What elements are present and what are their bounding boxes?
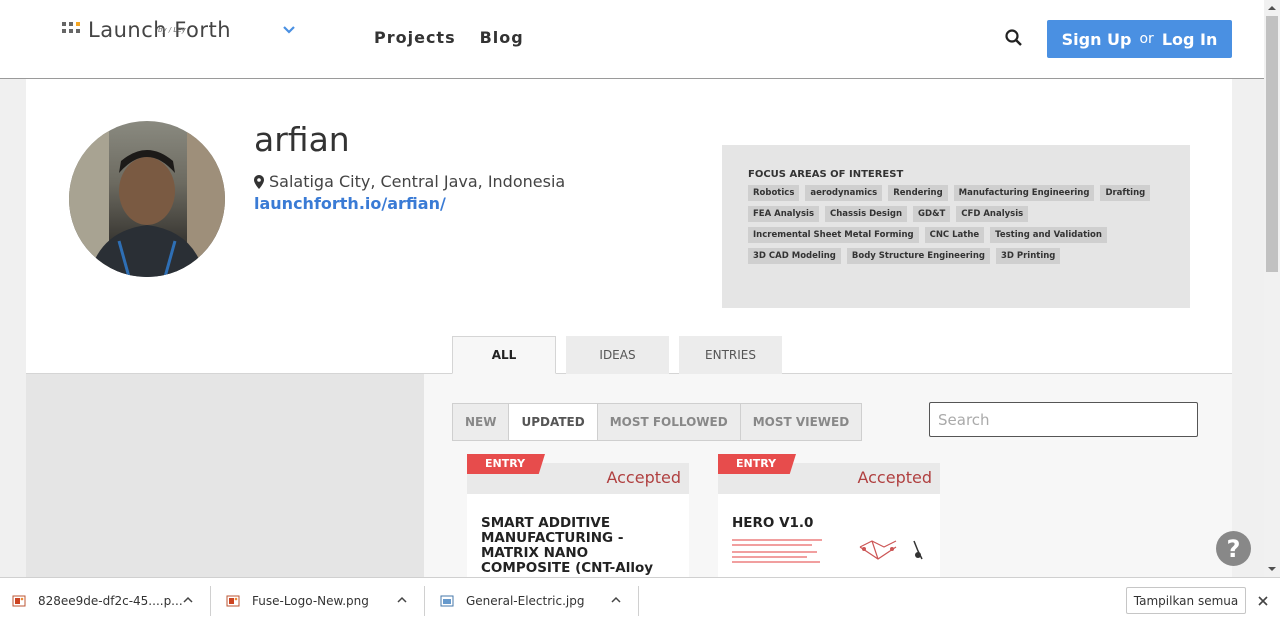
focus-tag[interactable]: 3D CAD Modeling xyxy=(748,248,841,264)
download-separator xyxy=(638,586,639,616)
focus-tag[interactable]: Manufacturing Engineering xyxy=(953,185,1095,201)
entry-ribbon: ENTRY xyxy=(718,454,796,474)
logo-dots-icon xyxy=(62,22,80,33)
focus-tag[interactable]: Rendering xyxy=(888,185,948,201)
close-icon[interactable] xyxy=(1256,594,1270,608)
search-icon[interactable] xyxy=(1004,28,1024,48)
signup-login-button[interactable]: Sign Up or Log In xyxy=(1047,20,1232,58)
sort-most-viewed-button[interactable]: MOST VIEWED xyxy=(741,404,862,440)
download-filename: 828ee9de-df2c-45....p... xyxy=(38,594,183,608)
logo-byline: by / Ley xyxy=(158,26,186,34)
download-item[interactable]: Fuse-Logo-New.png xyxy=(226,578,369,623)
focus-tag[interactable]: Incremental Sheet Metal Forming xyxy=(748,227,919,243)
sort-most-followed-button[interactable]: MOST FOLLOWED xyxy=(598,404,741,440)
avatar-image xyxy=(69,121,225,277)
scroll-down-icon[interactable] xyxy=(1264,561,1280,577)
search-input[interactable] xyxy=(929,402,1198,437)
sort-options: NEW UPDATED MOST FOLLOWED MOST VIEWED xyxy=(452,403,863,441)
or-label: or xyxy=(1139,31,1154,47)
launch-forth-logo[interactable]: Launch Forth xyxy=(62,18,231,42)
focus-tag[interactable]: aerodynamics xyxy=(805,185,883,201)
nav-projects-link[interactable]: Projects xyxy=(374,28,456,47)
download-bar: 828ee9de-df2c-45....p... Fuse-Logo-New.p… xyxy=(0,577,1280,623)
entry-ribbon: ENTRY xyxy=(467,454,545,474)
card-status: Accepted xyxy=(606,468,681,487)
focus-tags: Robotics aerodynamics Rendering Manufact… xyxy=(748,185,1158,264)
download-filename: General-Electric.jpg xyxy=(466,594,585,608)
card-status: Accepted xyxy=(857,468,932,487)
focus-tag[interactable]: Testing and Validation xyxy=(990,227,1107,243)
chevron-up-icon[interactable] xyxy=(182,594,194,606)
chevron-up-icon[interactable] xyxy=(396,594,408,606)
tab-entries[interactable]: ENTRIES xyxy=(679,336,782,374)
download-separator xyxy=(424,586,425,616)
focus-tag[interactable]: CNC Lathe xyxy=(924,227,985,243)
focus-areas-title: FOCUS AREAS OF INTEREST xyxy=(748,169,904,180)
help-button[interactable]: ? xyxy=(1216,531,1251,566)
focus-tag[interactable]: GD&T xyxy=(913,206,951,222)
profile-location: Salatiga City, Central Java, Indonesia xyxy=(254,172,565,191)
profile-username: arfian xyxy=(254,120,350,159)
nav-blog-link[interactable]: Blog xyxy=(480,28,524,47)
main-nav: Projects Blog xyxy=(374,28,524,47)
project-card[interactable]: Accepted SMART ADDITIVE MANUFACTURING - … xyxy=(467,463,689,577)
image-file-icon xyxy=(226,595,240,607)
card-title[interactable]: HERO V1.0 xyxy=(718,494,940,531)
download-item[interactable]: General-Electric.jpg xyxy=(440,578,584,623)
signup-label[interactable]: Sign Up xyxy=(1062,30,1132,49)
card-thumbnail xyxy=(732,537,926,567)
scrollbar-thumb[interactable] xyxy=(1266,16,1278,272)
avatar xyxy=(69,121,225,277)
content-tabs: ALL IDEAS ENTRIES xyxy=(452,336,782,374)
card-title[interactable]: SMART ADDITIVE MANUFACTURING - MATRIX NA… xyxy=(467,494,689,578)
tab-all[interactable]: ALL xyxy=(452,336,556,374)
focus-tag[interactable]: Chassis Design xyxy=(825,206,908,222)
image-file-icon xyxy=(440,595,454,607)
show-all-downloads-button[interactable]: Tampilkan semua xyxy=(1126,587,1246,614)
chevron-down-icon[interactable] xyxy=(281,22,297,38)
sort-updated-button[interactable]: UPDATED xyxy=(509,404,598,440)
download-item[interactable]: 828ee9de-df2c-45....p... xyxy=(12,578,183,623)
focus-areas-panel: FOCUS AREAS OF INTEREST Robotics aerodyn… xyxy=(722,145,1190,308)
focus-tag[interactable]: Robotics xyxy=(748,185,800,201)
focus-tag[interactable]: Drafting xyxy=(1100,185,1151,201)
focus-tag[interactable]: FEA Analysis xyxy=(748,206,820,222)
download-filename: Fuse-Logo-New.png xyxy=(252,594,369,608)
chevron-up-icon[interactable] xyxy=(610,594,622,606)
focus-tag[interactable]: Body Structure Engineering xyxy=(846,248,990,264)
map-marker-icon xyxy=(254,174,264,189)
card-thumbnail-image xyxy=(732,539,923,563)
sort-new-button[interactable]: NEW xyxy=(453,404,510,440)
left-sidebar-panel xyxy=(26,374,424,577)
focus-tag[interactable]: CFD Analysis xyxy=(956,206,1029,222)
location-text: Salatiga City, Central Java, Indonesia xyxy=(269,172,566,191)
tab-ideas[interactable]: IDEAS xyxy=(566,336,669,374)
scroll-up-icon[interactable] xyxy=(1264,0,1280,16)
project-card[interactable]: Accepted HERO V1.0 xyxy=(718,463,940,577)
profile-url-link[interactable]: launchforth.io/arfian/ xyxy=(254,194,446,213)
site-header: Launch Forth by / Ley Projects Blog Sign… xyxy=(0,0,1264,79)
image-file-icon xyxy=(12,595,26,607)
login-label[interactable]: Log In xyxy=(1162,30,1218,49)
focus-tag[interactable]: 3D Printing xyxy=(995,248,1061,264)
download-separator xyxy=(210,586,211,616)
